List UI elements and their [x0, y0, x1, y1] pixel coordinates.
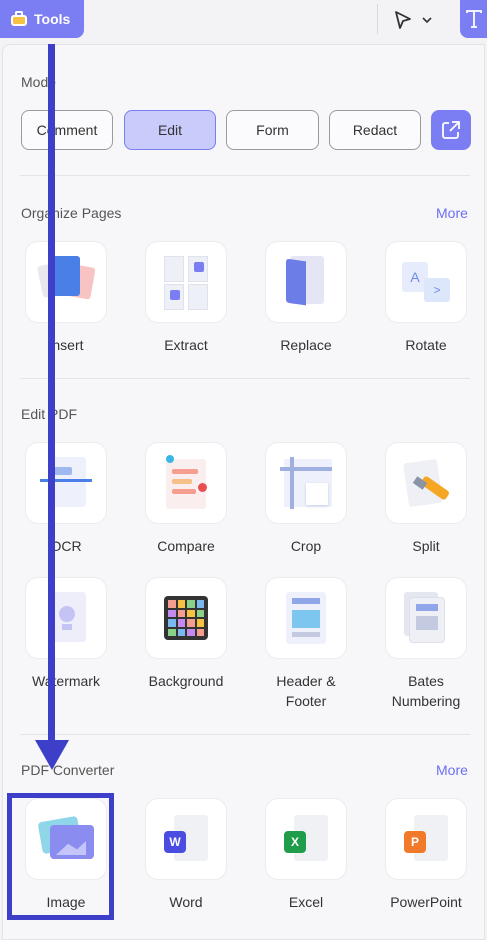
tool-ocr[interactable]: OCR [6, 443, 126, 556]
toolbar-divider [377, 4, 378, 34]
powerpoint-icon: P [386, 799, 466, 879]
tool-crop[interactable]: Crop [246, 443, 366, 556]
section-divider [20, 734, 470, 735]
tool-split[interactable]: Split [366, 443, 486, 556]
split-icon [386, 443, 466, 523]
top-toolbar: Tools [0, 0, 487, 42]
crop-icon [266, 443, 346, 523]
rotate-icon: A > [386, 242, 466, 322]
tool-label: Extract [164, 337, 208, 353]
ocr-icon [26, 443, 106, 523]
mode-form-button[interactable]: Form [226, 110, 319, 150]
tool-label: Bates Numbering [391, 673, 461, 709]
tool-insert[interactable]: Insert [6, 242, 126, 355]
tool-background[interactable]: Background [126, 578, 246, 691]
watermark-icon [26, 578, 106, 658]
pdf-converter-more-link[interactable]: More [436, 762, 468, 778]
tool-label: Word [169, 894, 203, 910]
tool-word[interactable]: W Word [126, 799, 246, 912]
mode-edit-button[interactable]: Edit [124, 110, 216, 150]
word-icon: W [146, 799, 226, 879]
insert-icon [26, 242, 106, 322]
external-link-icon [442, 121, 460, 139]
tool-label: PowerPoint [390, 894, 462, 910]
tool-label: Background [148, 673, 224, 689]
tool-extract[interactable]: Extract [126, 242, 246, 355]
bates-numbering-icon [386, 578, 466, 658]
mode-comment-button[interactable]: Comment [21, 110, 113, 150]
section-divider [20, 175, 470, 176]
select-tool-dropdown[interactable] [388, 6, 444, 34]
tool-bates-numbering[interactable]: Bates Numbering [366, 578, 486, 711]
tool-replace[interactable]: Replace [246, 242, 366, 355]
toolbox-icon [10, 11, 28, 27]
annotation-highlight-box [7, 793, 114, 920]
excel-icon: X [266, 799, 346, 879]
mode-redact-button[interactable]: Redact [329, 110, 421, 150]
organize-pages-more-link[interactable]: More [436, 205, 468, 221]
chevron-down-icon [422, 17, 432, 24]
tool-rotate[interactable]: A > Rotate [366, 242, 486, 355]
text-tool-button[interactable] [460, 0, 487, 38]
tool-compare[interactable]: Compare [126, 443, 246, 556]
tool-label: Insert [48, 337, 84, 353]
tool-watermark[interactable]: Watermark [6, 578, 126, 691]
tool-label: Compare [157, 538, 215, 554]
tool-label: Excel [288, 894, 324, 910]
tool-label: Rotate [405, 337, 447, 353]
tools-button[interactable]: Tools [0, 0, 84, 38]
tool-label: Split [412, 538, 440, 554]
tool-label: Watermark [32, 673, 100, 689]
tool-label: Replace [280, 337, 332, 353]
organize-pages-title: Organize Pages [21, 205, 122, 221]
tool-label: Header & Footer [276, 673, 336, 709]
tool-header-footer[interactable]: Header & Footer [246, 578, 366, 711]
tool-label: Crop [290, 538, 322, 554]
header-footer-icon [266, 578, 346, 658]
tool-label: OCR [50, 538, 82, 554]
tool-powerpoint[interactable]: P PowerPoint [366, 799, 486, 912]
background-icon [146, 578, 226, 658]
replace-icon [266, 242, 346, 322]
text-icon [465, 10, 482, 28]
tools-button-label: Tools [34, 11, 71, 27]
annotation-arrow-head [35, 740, 69, 770]
section-divider [20, 378, 470, 379]
annotation-arrow-shaft [48, 44, 55, 744]
cursor-icon [395, 11, 411, 29]
open-external-button[interactable] [431, 110, 471, 150]
tool-excel[interactable]: X Excel [246, 799, 366, 912]
compare-icon [146, 443, 226, 523]
extract-icon [146, 242, 226, 322]
